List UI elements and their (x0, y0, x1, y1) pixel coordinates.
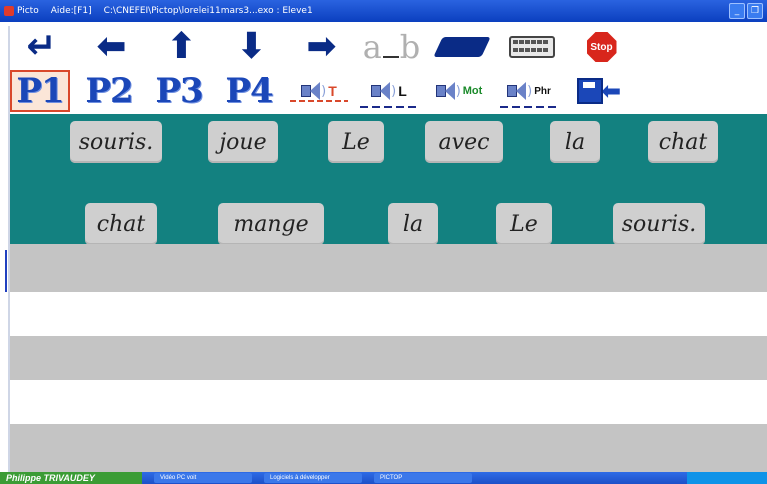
space-icon: ab (363, 28, 421, 66)
speak-letters-label: T (328, 83, 337, 99)
stop-button[interactable]: Stop (570, 28, 633, 66)
exit-arrow-icon: ⬅ (600, 77, 622, 105)
erase-button[interactable] (430, 28, 493, 66)
taskbar-item[interactable]: Vidéo PC voit (154, 473, 252, 483)
page-p2-label: P2 (85, 71, 133, 111)
keyboard-button[interactable] (500, 28, 563, 66)
page-p3-button[interactable]: P3 (148, 71, 210, 111)
page-p3-label: P3 (155, 71, 203, 111)
start-button[interactable]: Philippe TRIVAUDEY (0, 472, 142, 484)
eraser-icon (432, 37, 491, 57)
speak-letters-button[interactable]: ) T (288, 72, 350, 110)
space-icon-a: a (362, 28, 382, 66)
stop-icon: Stop (586, 32, 617, 62)
move-right-button[interactable]: ➡ (290, 28, 353, 66)
speak-letter-label: L (398, 83, 407, 99)
word-tile[interactable]: la (550, 121, 600, 163)
writing-line[interactable] (10, 424, 767, 472)
arrow-down-icon: ⬇ (236, 26, 267, 67)
restore-button[interactable]: ❐ (747, 3, 763, 19)
enter-icon: ↵ (26, 26, 57, 67)
writing-line[interactable] (10, 380, 767, 424)
page-p1-button[interactable]: P1 (10, 70, 70, 112)
word-tile[interactable]: avec (425, 121, 503, 163)
word-tile[interactable]: chat (85, 203, 157, 245)
page-p4-label: P4 (225, 71, 273, 111)
page-p1-label: P1 (16, 71, 64, 111)
minimize-button[interactable]: _ (729, 3, 745, 19)
space-icon-b: b (399, 28, 421, 66)
arrow-left-icon: ⬅ (96, 26, 127, 67)
save-exit-button[interactable]: ⬅ (568, 72, 630, 110)
word-tile[interactable]: souris. (70, 121, 162, 163)
arrow-right-icon: ➡ (306, 26, 337, 67)
word-tile[interactable]: Le (328, 121, 384, 163)
navigation-toolbar: ↵ ⬅ ⬆ ⬇ ➡ ab Stop (10, 26, 767, 68)
text-cursor (5, 250, 7, 292)
floppy-disk-icon (576, 78, 603, 104)
word-tile[interactable]: Le (496, 203, 552, 245)
word-tile[interactable]: la (388, 203, 438, 245)
writing-line[interactable] (10, 292, 767, 336)
space-button[interactable]: ab (360, 28, 423, 66)
speak-word-button[interactable]: ) Mot (428, 72, 490, 110)
page-speech-toolbar: P1 P2 P3 P4 ) T ) L ) Mot ) Phr ⬅ (10, 70, 767, 112)
move-left-button[interactable]: ⬅ (80, 28, 143, 66)
page-p4-button[interactable]: P4 (218, 71, 280, 111)
writing-line[interactable] (10, 336, 767, 380)
word-tile[interactable]: chat (648, 121, 718, 163)
speak-sentence-button[interactable]: ) Phr (498, 72, 560, 110)
keyboard-icon (508, 36, 555, 58)
speaker-icon: ) (301, 82, 326, 100)
move-down-button[interactable]: ⬇ (220, 28, 283, 66)
file-path: C:\CNEFEI\Pictop\lorelei11mars3...exo : … (103, 6, 313, 16)
speaker-icon: ) (435, 82, 461, 100)
word-tile[interactable]: souris. (613, 203, 705, 245)
word-tile[interactable]: mange (218, 203, 324, 245)
speak-word-label: Mot (462, 85, 483, 97)
speak-sentence-label: Phr (534, 85, 551, 97)
window-title-bar: Picto Aide:[F1] C:\CNEFEI\Pictop\lorelei… (0, 0, 767, 22)
speaker-icon: ) (371, 82, 396, 100)
word-bank: souris. joue Le avec la chat chat mange … (10, 114, 767, 245)
word-tile[interactable]: joue (208, 121, 278, 163)
taskbar-item[interactable]: PICTOP (374, 473, 472, 483)
speak-letter-button[interactable]: ) L (358, 72, 420, 110)
windows-taskbar: Philippe TRIVAUDEY Vidéo PC voit Logicie… (0, 472, 767, 484)
help-hint: Aide:[F1] (50, 6, 92, 16)
taskbar-item[interactable]: Logiciels à développer (264, 473, 362, 483)
sentence-writing-area[interactable] (10, 244, 767, 472)
speaker-icon: ) (507, 82, 532, 100)
arrow-up-icon: ⬆ (166, 26, 197, 67)
move-up-button[interactable]: ⬆ (150, 28, 213, 66)
app-name: Picto (17, 6, 39, 16)
app-icon (4, 6, 14, 16)
writing-line[interactable] (10, 244, 767, 292)
enter-button[interactable]: ↵ (10, 28, 73, 66)
system-tray (687, 472, 767, 484)
page-p2-button[interactable]: P2 (78, 71, 140, 111)
